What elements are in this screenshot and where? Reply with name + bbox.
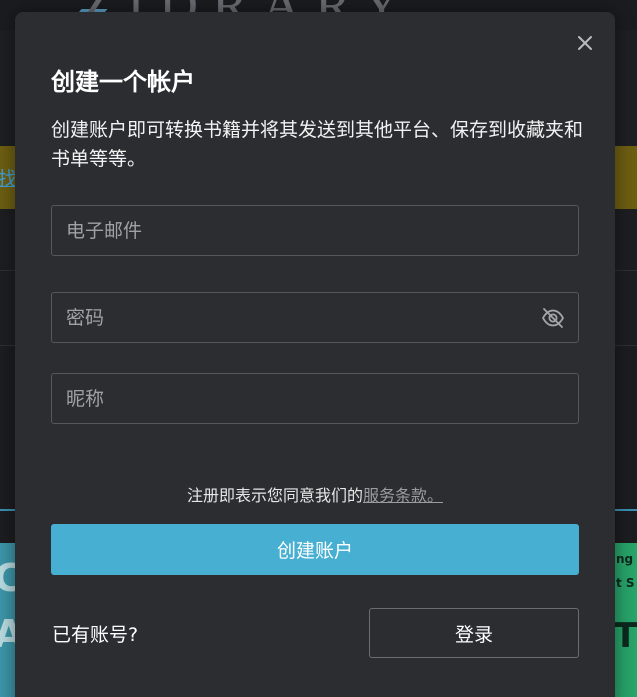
- password-field: [51, 292, 579, 343]
- nickname-field: [51, 373, 579, 424]
- email-field: [51, 205, 579, 256]
- password-input[interactable]: [52, 293, 578, 342]
- nickname-input[interactable]: [52, 374, 578, 423]
- password-visibility-toggle[interactable]: [540, 306, 566, 330]
- create-account-button[interactable]: 创建账户: [51, 524, 579, 575]
- eye-slash-icon: [541, 308, 565, 328]
- modal-description: 创建账户即可转换书籍并将其发送到其他平台、保存到收藏夹和书单等等。: [51, 119, 584, 170]
- modal-title: 创建一个帐户: [51, 68, 195, 96]
- terms-of-service-link[interactable]: 服务条款。: [363, 486, 443, 505]
- background-book-card-text: ng: [616, 552, 634, 566]
- close-icon: [578, 36, 592, 50]
- background-book-card-text: t S: [616, 576, 635, 590]
- have-account-text: 已有账号?: [52, 624, 139, 646]
- close-button[interactable]: [574, 32, 596, 54]
- email-input[interactable]: [52, 206, 578, 255]
- background-book-card-text: T I: [614, 616, 637, 656]
- terms-text: 注册即表示您同意我们的: [186, 486, 363, 505]
- background-banner-link: 找: [0, 168, 16, 190]
- create-account-modal: 创建一个帐户 创建账户即可转换书籍并将其发送到其他平台、保存到收藏夹和书单等等。…: [15, 12, 615, 697]
- terms-notice: 注册即表示您同意我们的服务条款。: [15, 482, 615, 506]
- login-button[interactable]: 登录: [369, 608, 579, 658]
